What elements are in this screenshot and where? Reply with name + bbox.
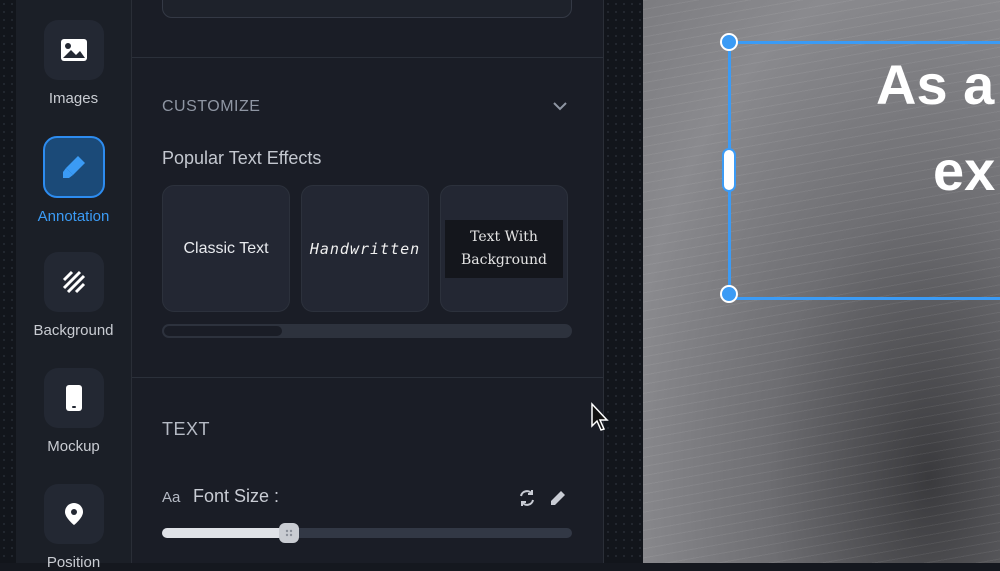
- font-size-slider[interactable]: [162, 523, 572, 543]
- effect-card-text-with-background[interactable]: Text With Background: [440, 185, 568, 312]
- edit-pencil-icon[interactable]: [548, 488, 568, 508]
- text-section-title: TEXT: [162, 419, 211, 439]
- tool-sidebar: Images Annotation Background Mockup Posi…: [16, 0, 132, 571]
- text-effects-list: Classic Text Handwritten Text With Backg…: [162, 185, 572, 312]
- sidebar-item-label: Images: [48, 90, 99, 107]
- effects-scrollbar[interactable]: [162, 324, 572, 338]
- divider: [132, 57, 603, 58]
- font-size-icon: Aa: [162, 489, 181, 506]
- text-selection-box[interactable]: [720, 33, 1000, 303]
- mouse-cursor-icon: [590, 402, 610, 432]
- sidebar-item-annotation[interactable]: Annotation: [16, 136, 131, 225]
- sidebar-item-position[interactable]: Position: [16, 484, 131, 571]
- effect-card-classic[interactable]: Classic Text: [162, 185, 290, 312]
- canvas-preview[interactable]: As a ex: [643, 0, 1000, 563]
- effect-card-handwritten[interactable]: Handwritten: [301, 185, 429, 312]
- sidebar-item-background[interactable]: Background: [16, 252, 131, 339]
- font-size-slider-handle[interactable]: [279, 523, 299, 543]
- effects-heading: Popular Text Effects: [162, 148, 322, 168]
- divider: [132, 377, 603, 378]
- sidebar-item-label: Annotation: [37, 208, 110, 225]
- chevron-down-icon[interactable]: [550, 96, 570, 116]
- stripes-icon: [43, 252, 104, 312]
- sidebar-item-images[interactable]: Images: [16, 20, 131, 107]
- panel-canvas-gap: [603, 0, 644, 563]
- sidebar-item-mockup[interactable]: Mockup: [16, 368, 131, 455]
- location-pin-icon: [43, 484, 104, 544]
- sidebar-item-label: Mockup: [47, 438, 100, 455]
- image-icon: [43, 20, 104, 80]
- phone-icon: [43, 368, 104, 428]
- customize-section-title[interactable]: CUSTOMIZE: [162, 98, 260, 116]
- edge-strip: [0, 0, 17, 563]
- settings-panel-body: CUSTOMIZE Popular Text Effects Classic T…: [132, 0, 603, 563]
- effect-label: Text With Background: [445, 219, 563, 278]
- reset-icon[interactable]: [517, 488, 537, 508]
- top-input-field[interactable]: [162, 0, 572, 18]
- font-size-label: Font Size :: [193, 486, 280, 506]
- effect-label: Classic Text: [183, 239, 269, 257]
- font-size-row: Aa Font Size :: [162, 486, 572, 510]
- sidebar-item-label: Background: [33, 322, 114, 339]
- resize-handle-left[interactable]: [722, 148, 736, 192]
- font-size-slider-fill: [162, 528, 289, 538]
- resize-handle-bottom-left[interactable]: [720, 285, 738, 303]
- resize-handle-top-left[interactable]: [720, 33, 738, 51]
- effect-label: Handwritten: [309, 239, 421, 258]
- highlighter-icon: [42, 136, 105, 198]
- settings-panel: CUSTOMIZE Popular Text Effects Classic T…: [132, 0, 603, 563]
- effects-scrollbar-thumb[interactable]: [164, 326, 282, 336]
